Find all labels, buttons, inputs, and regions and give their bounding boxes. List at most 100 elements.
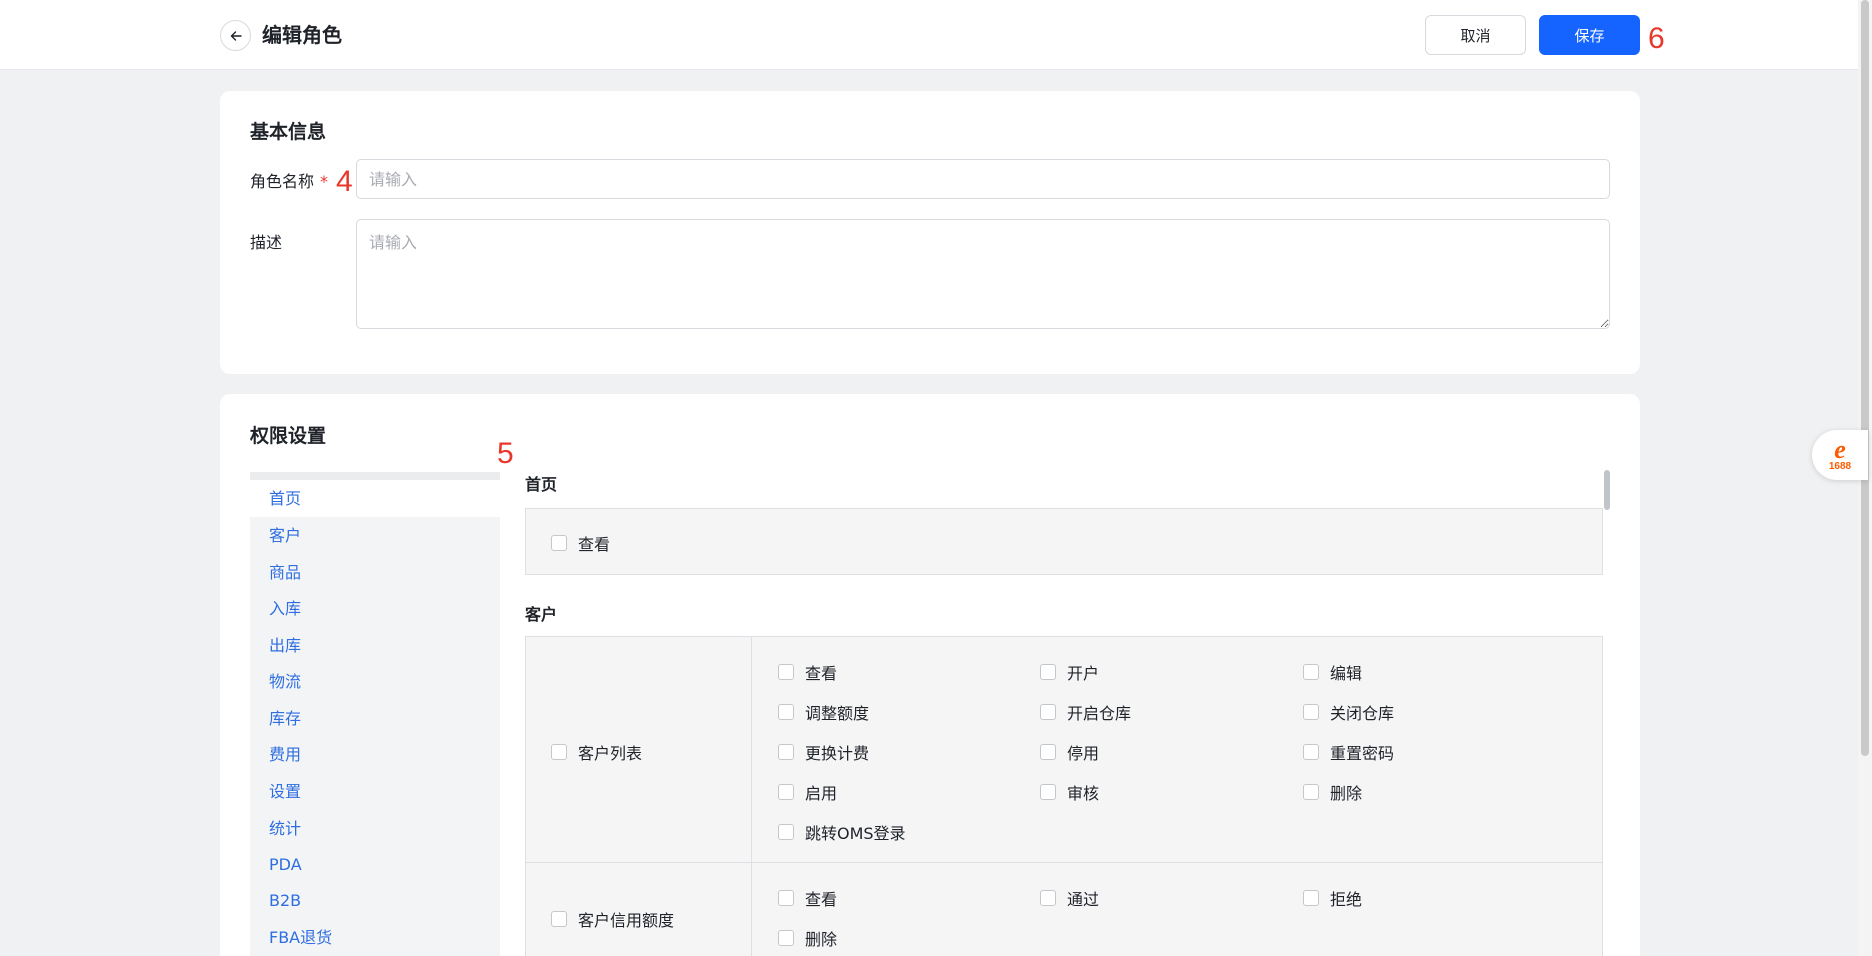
checkbox-box[interactable] [778,784,794,800]
customer-list-delete-checkbox[interactable]: 删除 [1303,780,1362,804]
back-button[interactable] [220,20,251,51]
page-scrollbar-thumb[interactable] [1861,0,1869,756]
alibaba-1688-float-button[interactable]: e 1688 [1812,430,1868,480]
basic-info-card: 基本信息 角色名称 * 描述 [220,91,1640,374]
description-textarea[interactable] [356,219,1610,329]
customer-list-checkbox[interactable]: 客户列表 [551,740,642,764]
permission-title: 权限设置 [250,425,327,447]
save-button[interactable]: 保存 [1539,15,1640,55]
checkbox-label: 查看 [805,664,838,683]
customer-list-adjust-limit-checkbox[interactable]: 调整额度 [778,700,869,724]
checkbox-label: 停用 [1067,744,1100,763]
annotation-marker-5: 5 [497,437,514,470]
menu-item-inventory[interactable]: 库存 [250,700,500,737]
checkbox-label: 跳转OMS登录 [805,824,906,843]
checkbox-box[interactable] [551,535,567,551]
checkbox-label: 重置密码 [1330,744,1395,763]
menu-item-inbound[interactable]: 入库 [250,590,500,627]
checkbox-box[interactable] [1303,744,1319,760]
annotation-marker-6: 6 [1648,22,1665,55]
checkbox-box[interactable] [551,911,567,927]
column-divider [751,637,752,956]
menu-item-b2b[interactable]: B2B [250,882,500,919]
checkbox-box[interactable] [1303,784,1319,800]
page-title: 编辑角色 [262,23,342,47]
checkbox-label: 开启仓库 [1067,704,1132,723]
customer-list-view-checkbox[interactable]: 查看 [778,660,837,684]
checkbox-box[interactable] [778,664,794,680]
checkbox-label: 删除 [1330,784,1363,803]
row-divider [526,862,1602,863]
checkbox-box[interactable] [1303,890,1319,906]
permission-menu: 首页 客户 商品 入库 出库 物流 库存 费用 设置 统计 PDA B2B FB… [250,472,500,956]
checkbox-box[interactable] [1040,704,1056,720]
checkbox-label: 客户信用额度 [578,911,675,930]
customer-credit-approve-checkbox[interactable]: 通过 [1040,886,1099,910]
description-label: 描述 [250,233,283,252]
checkbox-box[interactable] [1040,664,1056,680]
menu-item-statistics[interactable]: 统计 [250,810,500,847]
checkbox-label: 通过 [1067,890,1100,909]
cancel-button[interactable]: 取消 [1425,15,1526,55]
required-mark: * [320,172,329,191]
checkbox-label: 拒绝 [1330,890,1363,909]
checkbox-label: 删除 [805,930,838,949]
checkbox-label: 关闭仓库 [1330,704,1395,723]
basic-info-title: 基本信息 [250,121,327,143]
checkbox-label: 编辑 [1330,664,1363,683]
checkbox-box[interactable] [778,890,794,906]
checkbox-box[interactable] [778,930,794,946]
checkbox-box[interactable] [1040,890,1056,906]
customer-credit-view-checkbox[interactable]: 查看 [778,886,837,910]
menu-item-home[interactable]: 首页 [250,480,500,517]
role-name-label: 角色名称 * [250,168,328,192]
customer-list-disable-checkbox[interactable]: 停用 [1040,740,1099,764]
checkbox-label: 开户 [1067,664,1100,683]
menu-top-strip [250,472,500,480]
checkbox-label: 更换计费 [805,744,870,763]
menu-item-fees[interactable]: 费用 [250,736,500,773]
arrow-left-icon [230,30,242,41]
logo-text: 1688 [1828,461,1852,472]
menu-item-product[interactable]: 商品 [250,554,500,591]
checkbox-label: 客户列表 [578,744,643,763]
home-view-checkbox[interactable]: 查看 [551,531,610,555]
checkbox-box[interactable] [778,824,794,840]
permission-scrollbar-thumb[interactable] [1604,470,1610,510]
customer-section-title: 客户 [525,605,558,624]
menu-item-logistics[interactable]: 物流 [250,663,500,700]
customer-credit-delete-checkbox[interactable]: 删除 [778,926,837,950]
customer-credit-checkbox[interactable]: 客户信用额度 [551,907,674,931]
customer-list-open-warehouse-checkbox[interactable]: 开启仓库 [1040,700,1131,724]
customer-list-enable-checkbox[interactable]: 启用 [778,780,837,804]
customer-list-close-warehouse-checkbox[interactable]: 关闭仓库 [1303,700,1394,724]
checkbox-box[interactable] [551,744,567,760]
menu-item-outbound[interactable]: 出库 [250,627,500,664]
checkbox-label: 调整额度 [805,704,870,723]
checkbox-box[interactable] [778,744,794,760]
menu-item-customer[interactable]: 客户 [250,517,500,554]
customer-list-oms-login-checkbox[interactable]: 跳转OMS登录 [778,820,906,844]
checkbox-label: 审核 [1067,784,1100,803]
checkbox-box[interactable] [1040,784,1056,800]
menu-item-pda[interactable]: PDA [250,846,500,883]
menu-item-settings[interactable]: 设置 [250,773,500,810]
customer-credit-reject-checkbox[interactable]: 拒绝 [1303,886,1362,910]
customer-list-reset-password-checkbox[interactable]: 重置密码 [1303,740,1394,764]
role-name-input[interactable] [356,159,1610,199]
customer-list-open-account-checkbox[interactable]: 开户 [1040,660,1099,684]
checkbox-label: 启用 [805,784,838,803]
checkbox-box[interactable] [1303,664,1319,680]
checkbox-box[interactable] [778,704,794,720]
menu-item-fba-return[interactable]: FBA退货 [250,919,500,956]
home-permission-box [525,508,1603,575]
annotation-marker-4: 4 [336,165,353,198]
customer-list-review-checkbox[interactable]: 审核 [1040,780,1099,804]
customer-list-change-billing-checkbox[interactable]: 更换计费 [778,740,869,764]
checkbox-box[interactable] [1040,744,1056,760]
home-section-title: 首页 [525,475,558,494]
customer-list-edit-checkbox[interactable]: 编辑 [1303,660,1362,684]
checkbox-box[interactable] [1303,704,1319,720]
checkbox-label: 查看 [578,535,611,554]
alibaba-1688-logo-icon: e [1834,435,1846,464]
